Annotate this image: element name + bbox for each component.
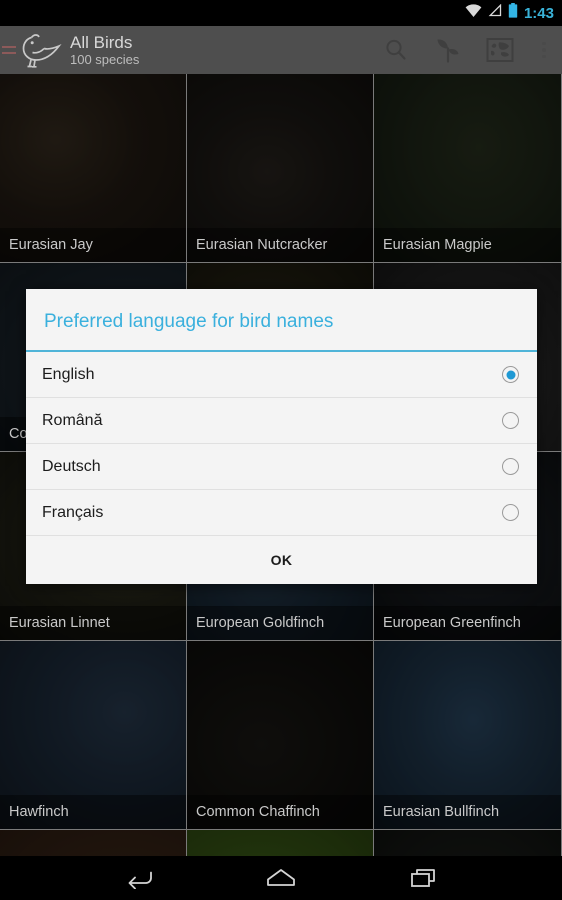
home-icon[interactable] (253, 856, 309, 900)
dialog-actions: OK (26, 536, 537, 584)
language-option-row[interactable]: Français (26, 490, 537, 536)
bird-logo-icon (16, 26, 68, 74)
language-option-row[interactable]: English (26, 352, 537, 398)
language-radio-button[interactable] (502, 412, 519, 429)
device-screen: 1:43 All Birds 100 species Eurasian Jay … (0, 0, 562, 900)
system-nav-bar (0, 856, 562, 900)
app-bar: All Birds 100 species (0, 26, 562, 74)
language-option-list: English Română Deutsch Français (26, 352, 537, 536)
app-bar-actions (370, 26, 562, 74)
bird-grid-cell[interactable]: Hawfinch (0, 641, 187, 830)
bird-name-label: Eurasian Bullfinch (374, 795, 561, 829)
hamburger-icon[interactable] (0, 26, 16, 74)
status-bar-clock: 1:43 (523, 4, 554, 22)
plant-icon[interactable] (422, 26, 474, 74)
wifi-icon (465, 3, 482, 23)
search-icon[interactable] (370, 26, 422, 74)
status-bar: 1:43 (0, 0, 562, 26)
bird-grid-cell[interactable]: Eurasian Nutcracker (187, 74, 374, 263)
dialog-title: Preferred language for bird names (26, 289, 537, 352)
recents-icon[interactable] (395, 856, 451, 900)
language-option-label: English (42, 365, 95, 383)
language-option-row[interactable]: Deutsch (26, 444, 537, 490)
bird-name-label: Eurasian Jay (0, 228, 186, 262)
language-option-row[interactable]: Română (26, 398, 537, 444)
page-title: All Birds (70, 32, 133, 52)
bird-grid-cell[interactable]: Eurasian Jay (0, 74, 187, 263)
back-icon[interactable] (111, 856, 167, 900)
language-option-label: Français (42, 503, 104, 521)
language-radio-button[interactable] (502, 366, 519, 383)
bird-name-label: Eurasian Linnet (0, 606, 186, 640)
language-option-label: Deutsch (42, 457, 101, 475)
signal-icon (488, 3, 502, 22)
bird-grid-cell[interactable]: Eurasian Bullfinch (374, 641, 562, 830)
language-radio-button[interactable] (502, 504, 519, 521)
bird-name-label: European Greenfinch (374, 606, 561, 640)
overflow-icon[interactable] (526, 26, 562, 74)
bird-grid-cell[interactable]: Eurasian Magpie (374, 74, 562, 263)
bird-name-label: Eurasian Magpie (374, 228, 561, 262)
battery-icon (508, 3, 518, 23)
app-bar-titles: All Birds 100 species (70, 33, 139, 68)
bird-name-label: Hawfinch (0, 795, 186, 829)
status-bar-icons (465, 3, 518, 23)
bird-name-label: Eurasian Nutcracker (187, 228, 373, 262)
ok-button[interactable]: OK (271, 552, 293, 568)
overflow-dots (542, 41, 546, 59)
language-option-label: Română (42, 411, 103, 429)
language-radio-button[interactable] (502, 458, 519, 475)
language-dialog: Preferred language for bird names Englis… (26, 289, 537, 584)
bird-name-label: European Goldfinch (187, 606, 373, 640)
bird-grid-cell[interactable]: Common Chaffinch (187, 641, 374, 830)
page-subtitle: 100 species (70, 51, 140, 67)
bird-name-label: Common Chaffinch (187, 795, 373, 829)
map-icon[interactable] (474, 26, 526, 74)
